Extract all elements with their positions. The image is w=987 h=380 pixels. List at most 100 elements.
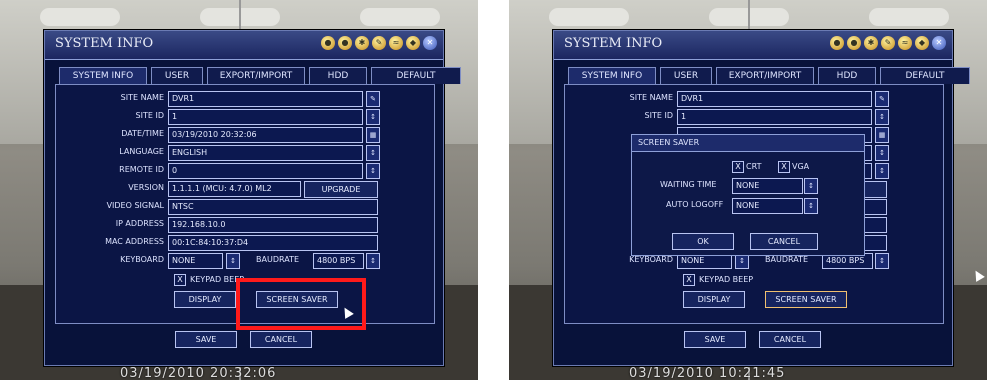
mac-address-value: 00:1C:84:10:37:D4 — [168, 235, 378, 251]
language-select[interactable]: ENGLISH — [168, 145, 363, 161]
remote-id-input[interactable]: 0 — [168, 163, 363, 179]
vga-label: VGA — [792, 162, 810, 171]
keyboard-select[interactable]: NONE — [168, 253, 223, 269]
version-value: 1.1.1.1 (MCU: 4.7.0) ML2 — [168, 181, 301, 197]
ok-button[interactable]: OK — [672, 233, 734, 250]
site-id-input[interactable]: 1 — [168, 109, 363, 125]
mac-address-label: MAC ADDRESS — [105, 237, 164, 246]
display-button[interactable]: DISPLAY — [174, 291, 236, 308]
keypad-beep-checkbox[interactable]: X — [683, 274, 695, 286]
timestamp-overlay: 03/19/2010 20:32:06 — [120, 366, 277, 380]
dropdown-icon[interactable]: ↕ — [366, 145, 380, 161]
auto-logoff-label: AUTO LOGOFF — [666, 200, 724, 209]
tab-default[interactable]: DEFAULT — [371, 67, 461, 84]
baudrate-label: BAUDRATE — [765, 255, 809, 264]
disk-icon[interactable]: ◆ — [915, 36, 929, 50]
left-screenshot: SYSTEM INFO ● ● ✱ ✎ ≈ ◆ ✕ SYSTEM INFO US… — [0, 0, 478, 380]
save-button[interactable]: SAVE — [175, 331, 237, 348]
toolbar-icons: ● ● ✱ ✎ ≈ ◆ ✕ — [321, 36, 437, 50]
keyboard-label: KEYBOARD — [629, 255, 673, 264]
ip-address-label: IP ADDRESS — [115, 219, 164, 228]
disk-icon[interactable]: ◆ — [406, 36, 420, 50]
window-titlebar: SYSTEM INFO ● ● ✱ ✎ ≈ ◆ ✕ — [45, 31, 443, 60]
auto-logoff-select[interactable]: NONE — [732, 198, 803, 214]
tab-export-import[interactable]: EXPORT/IMPORT — [207, 67, 305, 84]
camera-icon[interactable]: ● — [321, 36, 335, 50]
right-screenshot: SYSTEM INFO ● ● ✱ ✎ ≈ ◆ ✕ SYSTEM INFO US… — [509, 0, 987, 380]
camera-icon[interactable]: ● — [830, 36, 844, 50]
cancel-button[interactable]: CANCEL — [759, 331, 821, 348]
tool-icon[interactable]: ✎ — [881, 36, 895, 50]
tab-system-info[interactable]: SYSTEM INFO — [568, 67, 656, 84]
record-icon[interactable]: ● — [847, 36, 861, 50]
site-name-input[interactable]: DVR1 — [677, 91, 872, 107]
network-icon[interactable]: ≈ — [898, 36, 912, 50]
upgrade-button[interactable]: UPGRADE — [304, 181, 378, 198]
spinner-icon[interactable]: ↕ — [875, 163, 889, 179]
dropdown-icon[interactable]: ↕ — [875, 145, 889, 161]
tab-hdd[interactable]: HDD — [818, 67, 876, 84]
screen-saver-dialog: SCREEN SAVER X CRT X VGA WAITING TIME NO… — [631, 134, 865, 256]
settings-icon[interactable]: ✱ — [355, 36, 369, 50]
dropdown-icon[interactable]: ↕ — [804, 198, 818, 214]
calendar-icon[interactable]: ▦ — [875, 127, 889, 143]
screen-saver-button[interactable]: SCREEN SAVER — [765, 291, 847, 308]
site-name-label: SITE NAME — [120, 93, 164, 102]
tab-default[interactable]: DEFAULT — [880, 67, 970, 84]
dropdown-icon[interactable]: ↕ — [226, 253, 240, 269]
dialog-title: SCREEN SAVER — [632, 135, 864, 152]
window-titlebar: SYSTEM INFO ● ● ✱ ✎ ≈ ◆ ✕ — [554, 31, 952, 60]
close-icon[interactable]: ✕ — [932, 36, 946, 50]
window-title: SYSTEM INFO — [564, 36, 663, 51]
crt-checkbox[interactable]: X — [732, 161, 744, 173]
highlight-box — [236, 278, 366, 330]
tab-user[interactable]: USER — [151, 67, 203, 84]
baudrate-select[interactable]: 4800 BPS — [313, 253, 364, 269]
version-label: VERSION — [128, 183, 164, 192]
tab-export-import[interactable]: EXPORT/IMPORT — [716, 67, 814, 84]
date-time-input[interactable]: 03/19/2010 20:32:06 — [168, 127, 363, 143]
dropdown-icon[interactable]: ↕ — [366, 253, 380, 269]
tab-system-info[interactable]: SYSTEM INFO — [59, 67, 147, 84]
site-id-label: SITE ID — [644, 111, 673, 120]
site-id-input[interactable]: 1 — [677, 109, 872, 125]
display-button[interactable]: DISPLAY — [683, 291, 745, 308]
dialog-cancel-button[interactable]: CANCEL — [750, 233, 818, 250]
language-label: LANGUAGE — [119, 147, 164, 156]
tab-hdd[interactable]: HDD — [309, 67, 367, 84]
save-button[interactable]: SAVE — [684, 331, 746, 348]
network-icon[interactable]: ≈ — [389, 36, 403, 50]
settings-icon[interactable]: ✱ — [864, 36, 878, 50]
edit-icon[interactable]: ✎ — [366, 91, 380, 107]
edit-icon[interactable]: ✎ — [875, 91, 889, 107]
keyboard-label: KEYBOARD — [120, 255, 164, 264]
site-name-label: SITE NAME — [629, 93, 673, 102]
tab-bar: SYSTEM INFO USER EXPORT/IMPORT HDD DEFAU… — [59, 67, 461, 84]
toolbar-icons: ● ● ✱ ✎ ≈ ◆ ✕ — [830, 36, 946, 50]
vga-checkbox[interactable]: X — [778, 161, 790, 173]
ip-address-value: 192.168.10.0 — [168, 217, 378, 233]
close-icon[interactable]: ✕ — [423, 36, 437, 50]
remote-id-label: REMOTE ID — [119, 165, 164, 174]
waiting-time-select[interactable]: NONE — [732, 178, 803, 194]
record-icon[interactable]: ● — [338, 36, 352, 50]
tool-icon[interactable]: ✎ — [372, 36, 386, 50]
spinner-icon[interactable]: ↕ — [875, 109, 889, 125]
tab-user[interactable]: USER — [660, 67, 712, 84]
cancel-button[interactable]: CANCEL — [250, 331, 312, 348]
tab-bar: SYSTEM INFO USER EXPORT/IMPORT HDD DEFAU… — [568, 67, 970, 84]
dropdown-icon[interactable]: ↕ — [875, 253, 889, 269]
dropdown-icon[interactable]: ↕ — [804, 178, 818, 194]
spinner-icon[interactable]: ↕ — [366, 163, 380, 179]
waiting-time-label: WAITING TIME — [660, 180, 717, 189]
calendar-icon[interactable]: ▦ — [366, 127, 380, 143]
spinner-icon[interactable]: ↕ — [366, 109, 380, 125]
site-name-input[interactable]: DVR1 — [168, 91, 363, 107]
video-signal-label: VIDEO SIGNAL — [106, 201, 164, 210]
baudrate-label: BAUDRATE — [256, 255, 300, 264]
date-time-label: DATE/TIME — [121, 129, 164, 138]
window-title: SYSTEM INFO — [55, 36, 154, 51]
video-signal-value: NTSC — [168, 199, 378, 215]
keypad-beep-checkbox[interactable]: X — [174, 274, 186, 286]
crt-label: CRT — [746, 162, 762, 171]
